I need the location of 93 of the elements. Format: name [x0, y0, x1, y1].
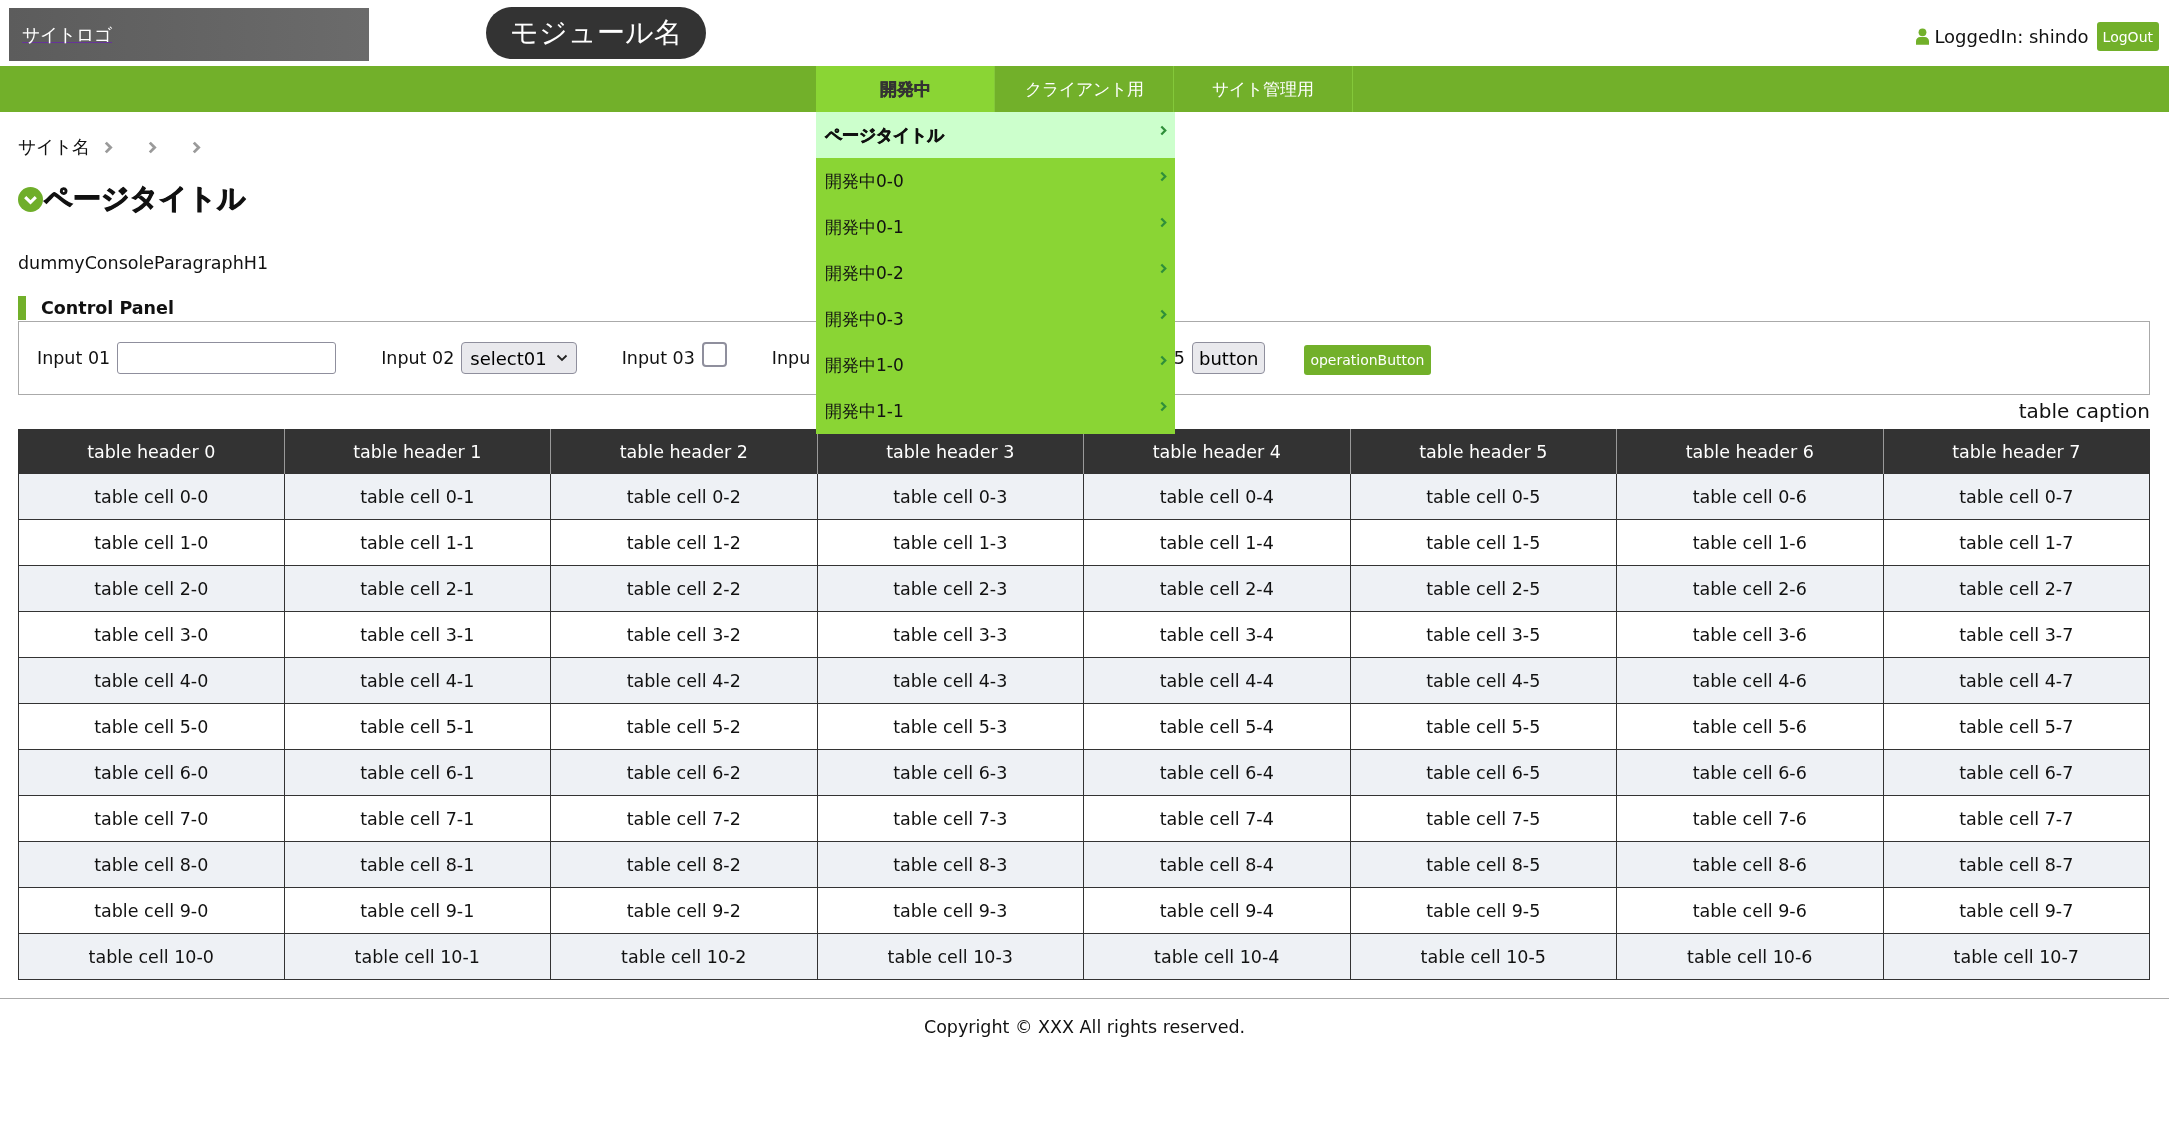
table-cell: table cell 8-0 [18, 842, 285, 888]
chevron-right-icon [148, 140, 157, 154]
chevron-right-icon [1160, 262, 1167, 274]
table-cell: table cell 8-5 [1350, 842, 1617, 888]
input-label: 5 [1173, 348, 1185, 368]
menu-item[interactable]: 開発中1-0 [816, 342, 1175, 388]
table-cell: table cell 2-6 [1617, 566, 1884, 612]
table-cell: table cell 8-1 [284, 842, 551, 888]
table-cell: table cell 8-6 [1617, 842, 1884, 888]
chevron-right-icon [104, 140, 113, 154]
table-cell: table cell 2-5 [1350, 566, 1617, 612]
table-header: table header 2 [551, 429, 818, 474]
table-cell: table cell 6-0 [18, 750, 285, 796]
table-cell: table cell 10-3 [817, 934, 1084, 980]
menu-item[interactable]: ページタイトル [816, 112, 1175, 158]
copyright-text: Copyright © XXX All rights reserved. [923, 1017, 1246, 1037]
table-cell: table cell 0-0 [18, 474, 285, 520]
table-cell: table cell 6-7 [1883, 750, 2150, 796]
chevron-right-icon [1160, 400, 1167, 412]
table-cell: table cell 6-6 [1617, 750, 1884, 796]
chevron-right-icon [192, 140, 201, 154]
table-cell: table cell 10-4 [1084, 934, 1351, 980]
table-cell: table cell 4-4 [1084, 658, 1351, 704]
chevron-right-icon [1160, 124, 1167, 136]
table-header: table header 5 [1350, 429, 1617, 474]
table-cell: table cell 10-1 [284, 934, 551, 980]
table-cell: table cell 6-3 [817, 750, 1084, 796]
table-cell: table cell 0-3 [817, 474, 1084, 520]
table-cell: table cell 0-7 [1883, 474, 2150, 520]
select-field[interactable]: select01 [461, 342, 577, 374]
table-cell: table cell 8-7 [1883, 842, 2150, 888]
table-cell: table cell 2-0 [18, 566, 285, 612]
user-status: LoggedIn: shindo [1934, 26, 2089, 47]
page-title: ページタイトル [44, 181, 246, 217]
table-header: table header 7 [1883, 429, 2150, 474]
module-name: モジュール名 [486, 7, 706, 59]
table-cell: table cell 4-2 [551, 658, 818, 704]
input-label: Input 01 [37, 348, 111, 368]
table-cell: table cell 0-6 [1617, 474, 1884, 520]
menu-item[interactable]: 開発中0-3 [816, 296, 1175, 342]
table-cell: table cell 10-7 [1883, 934, 2150, 980]
checkbox[interactable] [701, 341, 727, 367]
section-heading: Control Panel [18, 296, 174, 320]
chevron-right-icon [1160, 354, 1167, 366]
table-header: table header 6 [1617, 429, 1884, 474]
table-cell: table cell 10-0 [18, 934, 285, 980]
table-cell: table cell 10-5 [1350, 934, 1617, 980]
table-cell: table cell 0-5 [1350, 474, 1617, 520]
input-label: Input 03 [621, 348, 695, 368]
table-caption: table caption [2018, 399, 2150, 423]
chevron-right-icon [1160, 170, 1167, 182]
table-cell: table cell 8-4 [1084, 842, 1351, 888]
chevron-right-icon [1160, 308, 1167, 320]
table-cell: table cell 4-3 [817, 658, 1084, 704]
paragraph-text: dummyConsoleParagraphH1 [18, 253, 269, 273]
site-logo[interactable]: サイトロゴ [22, 22, 112, 47]
input-label: Inpu [771, 348, 811, 368]
table-header: table header 1 [284, 429, 551, 474]
table-cell: table cell 6-5 [1350, 750, 1617, 796]
plain-button[interactable]: button [1192, 342, 1266, 374]
table-cell: table cell 6-4 [1084, 750, 1351, 796]
table-cell: table cell 4-0 [18, 658, 285, 704]
menu-item[interactable]: 開発中0-0 [816, 158, 1175, 204]
table-cell: table cell 0-4 [1084, 474, 1351, 520]
chevron-circle-icon [18, 186, 43, 212]
menu-item[interactable]: 開発中0-1 [816, 204, 1175, 250]
chevron-right-icon [1160, 216, 1167, 228]
table-cell: table cell 2-7 [1883, 566, 2150, 612]
table-cell: table cell 6-2 [551, 750, 818, 796]
nav-tab[interactable]: 開発中 [816, 66, 995, 112]
table-cell: table cell 4-6 [1617, 658, 1884, 704]
table-cell: table cell 2-3 [817, 566, 1084, 612]
menu-item[interactable]: 開発中0-2 [816, 250, 1175, 296]
caret-down-icon [555, 354, 568, 362]
table-cell: table cell 10-6 [1617, 934, 1884, 980]
table-cell: table cell 4-1 [284, 658, 551, 704]
table-cell: table cell 4-7 [1883, 658, 2150, 704]
input-field[interactable] [117, 342, 337, 374]
table-header: table header 0 [18, 429, 285, 474]
table-cell: table cell 2-2 [551, 566, 818, 612]
breadcrumb-link[interactable]: サイト名 [18, 135, 90, 159]
table-cell: table cell 2-1 [284, 566, 551, 612]
table-cell: table cell 0-1 [284, 474, 551, 520]
table-cell: table cell 8-2 [551, 842, 818, 888]
table-cell: table cell 2-4 [1084, 566, 1351, 612]
table-cell: table cell 4-5 [1350, 658, 1617, 704]
table-cell: table cell 0-2 [551, 474, 818, 520]
table-cell: table cell 6-1 [284, 750, 551, 796]
table-cell: table cell 8-3 [817, 842, 1084, 888]
input-label: Input 02 [381, 348, 455, 368]
table-cell: table cell 10-2 [551, 934, 818, 980]
person-icon [1916, 28, 1930, 45]
menu-item[interactable]: 開発中1-1 [816, 388, 1175, 434]
